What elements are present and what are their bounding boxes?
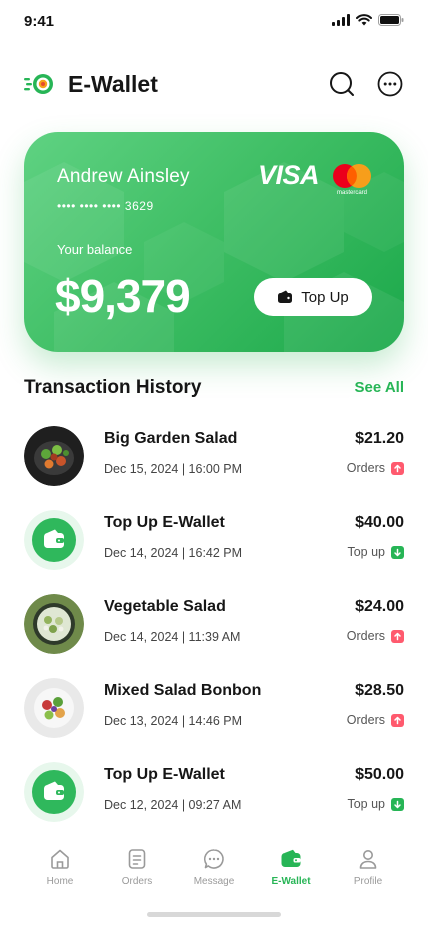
arrow-up-icon: [391, 629, 404, 643]
wallet-thumbnail: [24, 762, 84, 822]
wallet-icon: [24, 762, 84, 822]
transaction-date: Dec 13, 2024 | 14:46 PM: [104, 714, 243, 728]
nav-item-home[interactable]: Home: [22, 848, 98, 887]
transaction-row[interactable]: Big Garden Salad Dec 15, 2024 | 16:00 PM…: [0, 416, 428, 500]
nav-label-orders: Orders: [121, 876, 153, 887]
transaction-type: Top up: [347, 797, 404, 811]
status-icons: [332, 14, 404, 26]
food-thumbnail: [24, 426, 84, 486]
more-button[interactable]: [376, 70, 404, 98]
status-bar: 9:41: [0, 0, 428, 44]
transaction-row[interactable]: Top Up E-Wallet Dec 12, 2024 | 09:27 AM …: [0, 752, 428, 836]
nav-item-profile[interactable]: Profile: [330, 848, 406, 887]
transaction-amount: $28.50: [355, 682, 404, 699]
transaction-type: Orders: [347, 713, 404, 727]
home-icon: [51, 849, 69, 869]
page-title: E-Wallet: [68, 71, 158, 97]
wallet-icon: [24, 510, 84, 570]
transaction-title: Vegetable Salad: [104, 598, 226, 615]
transaction-type-label: Orders: [346, 461, 385, 475]
transaction-title: Top Up E-Wallet: [104, 766, 225, 783]
status-time: 9:41: [24, 13, 55, 30]
transaction-history-title: Transaction History: [24, 377, 202, 398]
nav-item-orders[interactable]: Orders: [99, 848, 175, 887]
more-options-icon: [377, 71, 403, 97]
chat-icon: [203, 849, 224, 869]
transaction-type: Top up: [347, 545, 404, 559]
salad-bowl-image: [24, 594, 84, 654]
card-number: •••• •••• •••• 3629: [57, 199, 154, 213]
visa-logo: VISA: [258, 160, 320, 190]
food-thumbnail: [24, 594, 84, 654]
nav-label-message: Message: [193, 876, 235, 887]
transaction-amount: $40.00: [355, 514, 404, 531]
nav-item-message[interactable]: Message: [176, 848, 252, 887]
transaction-amount: $24.00: [355, 598, 404, 615]
transaction-type-label: Orders: [346, 713, 385, 727]
arrow-up-icon: [391, 461, 404, 475]
signal-icon: [332, 14, 350, 26]
balance-amount: $9,379: [55, 270, 191, 322]
transaction-date: Dec 14, 2024 | 11:39 AM: [104, 630, 241, 644]
wallet-icon: [281, 849, 301, 867]
top-up-label: Top Up: [301, 288, 349, 306]
card-holder-name: Andrew Ainsley: [57, 166, 190, 187]
transaction-amount: $50.00: [355, 766, 404, 783]
top-up-button[interactable]: Top Up: [254, 278, 372, 316]
transaction-title: Top Up E-Wallet: [104, 514, 225, 531]
battery-icon: [378, 14, 404, 26]
profile-icon: [359, 850, 377, 869]
wallet-icon: [278, 290, 293, 303]
search-icon: [330, 72, 354, 96]
wallet-card[interactable]: Andrew Ainsley •••• •••• •••• 3629 VISA …: [24, 132, 404, 352]
transaction-type-label: Top up: [347, 545, 385, 559]
mastercard-label: mastercard: [336, 190, 367, 196]
arrow-down-icon: [391, 797, 404, 811]
balance-label: Your balance: [57, 242, 133, 257]
home-indicator: [147, 912, 281, 917]
see-all-link[interactable]: See All: [355, 379, 404, 396]
salad-bowl-image: [24, 426, 84, 486]
nav-label-profile: Profile: [353, 876, 383, 887]
transaction-row[interactable]: Vegetable Salad Dec 14, 2024 | 11:39 AM …: [0, 584, 428, 668]
arrow-up-icon: [391, 713, 404, 727]
transaction-title: Big Garden Salad: [104, 430, 238, 447]
document-icon: [128, 849, 146, 869]
transaction-date: Dec 15, 2024 | 16:00 PM: [104, 462, 243, 476]
arrow-down-icon: [391, 545, 404, 559]
transaction-type: Orders: [347, 629, 404, 643]
nav-label-e-wallet: E-Wallet: [271, 876, 311, 887]
search-button[interactable]: [328, 70, 356, 98]
salad-bowl-image: [24, 678, 84, 738]
transaction-row[interactable]: Mixed Salad Bonbon Dec 13, 2024 | 14:46 …: [0, 668, 428, 752]
nav-label-home: Home: [46, 876, 74, 887]
food-thumbnail: [24, 678, 84, 738]
header: E-Wallet: [0, 64, 428, 104]
transaction-type: Orders: [347, 461, 404, 475]
transaction-date: Dec 14, 2024 | 16:42 PM: [104, 546, 243, 560]
wallet-thumbnail: [24, 510, 84, 570]
bottom-nav: Home Orders Message E-Wallet Profile: [0, 838, 428, 898]
transaction-title: Mixed Salad Bonbon: [104, 682, 262, 699]
transaction-type-label: Orders: [346, 629, 385, 643]
transaction-type-label: Top up: [347, 797, 385, 811]
transaction-date: Dec 12, 2024 | 09:27 AM: [104, 798, 242, 812]
nav-item-e-wallet[interactable]: E-Wallet: [253, 848, 329, 887]
app-logo-icon: [24, 74, 53, 94]
wifi-icon: [356, 14, 372, 26]
transaction-amount: $21.20: [355, 430, 404, 447]
transaction-row[interactable]: Top Up E-Wallet Dec 14, 2024 | 16:42 PM …: [0, 500, 428, 584]
